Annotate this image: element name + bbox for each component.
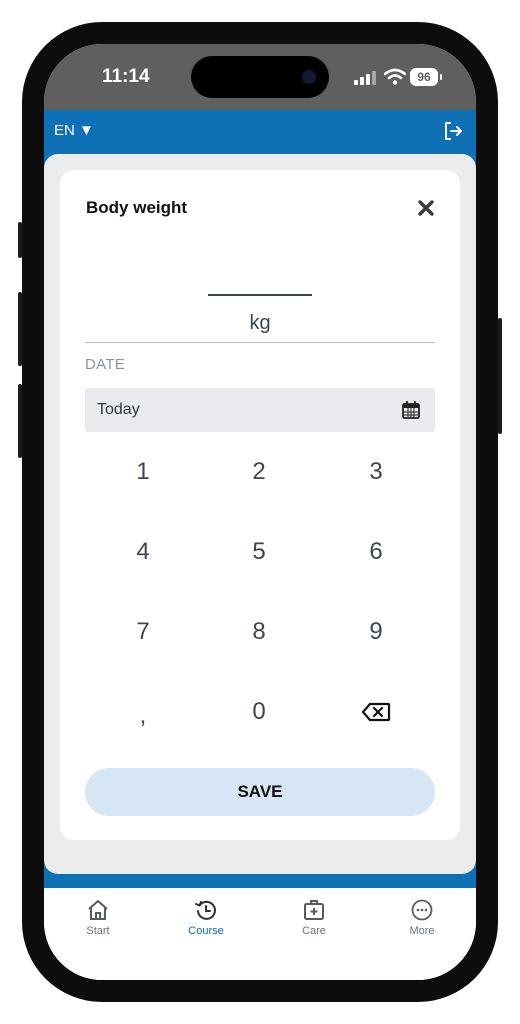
key-7[interactable]: 7 [103, 602, 183, 662]
volume-up-button [18, 292, 22, 366]
power-button [498, 318, 502, 434]
key-8[interactable]: 8 [219, 602, 299, 662]
status-time: 11:14 [102, 66, 150, 87]
key-5[interactable]: 5 [219, 522, 299, 582]
more-icon [411, 899, 433, 921]
status-bar: 11:14 96 [44, 44, 476, 110]
medical-kit-icon [304, 900, 324, 920]
cellular-signal-icon [354, 71, 380, 85]
weight-value-display[interactable] [208, 266, 312, 292]
key-9[interactable]: 9 [336, 602, 416, 662]
date-label: DATE [85, 356, 126, 373]
date-value: Today [97, 401, 140, 418]
tab-more[interactable]: More [382, 898, 462, 948]
tab-start-label: Start [86, 925, 110, 937]
tab-start[interactable]: Start [58, 898, 138, 948]
history-icon [195, 900, 216, 920]
phone-screen: 11:14 96 EN ▼ Body weight kg DATE Today … [44, 44, 476, 980]
modal-backdrop: Body weight kg DATE Today 1 2 3 4 5 6 7 … [44, 154, 476, 874]
divider [85, 342, 435, 343]
key-3[interactable]: 3 [336, 442, 416, 502]
content-area: Body weight kg DATE Today 1 2 3 4 5 6 7 … [44, 154, 476, 894]
volume-down-button [18, 384, 22, 458]
language-selector[interactable]: EN ▼ [54, 122, 94, 139]
bottom-tab-bar: Start Course Care More [44, 888, 476, 980]
tab-care-label: Care [302, 925, 326, 937]
save-button[interactable]: SAVE [85, 768, 435, 816]
logout-icon[interactable] [442, 120, 464, 142]
close-icon[interactable] [416, 198, 436, 218]
action-button [18, 222, 22, 258]
dialog-title: Body weight [86, 198, 188, 217]
battery-tip [440, 74, 442, 80]
tab-course-label: Course [188, 925, 224, 937]
key-6[interactable]: 6 [336, 522, 416, 582]
key-4[interactable]: 4 [103, 522, 183, 582]
key-backspace[interactable] [336, 682, 416, 742]
key-2[interactable]: 2 [219, 442, 299, 502]
camera-icon [302, 70, 316, 84]
tab-more-label: More [409, 925, 435, 937]
key-comma[interactable]: , [103, 686, 183, 746]
unit-label: kg [249, 312, 271, 334]
backspace-icon [361, 702, 391, 722]
app-bar: EN ▼ [44, 110, 476, 154]
battery-indicator: 96 [410, 68, 438, 86]
calendar-icon[interactable] [401, 400, 421, 420]
date-field[interactable]: Today [85, 388, 435, 432]
tab-course[interactable]: Course [166, 898, 246, 948]
key-1[interactable]: 1 [103, 442, 183, 502]
key-0[interactable]: 0 [219, 682, 299, 742]
tab-care[interactable]: Care [274, 898, 354, 948]
weight-input-underline [208, 294, 312, 296]
body-weight-dialog: Body weight kg DATE Today 1 2 3 4 5 6 7 … [60, 170, 460, 840]
wifi-icon [384, 68, 406, 85]
home-icon [88, 900, 108, 920]
